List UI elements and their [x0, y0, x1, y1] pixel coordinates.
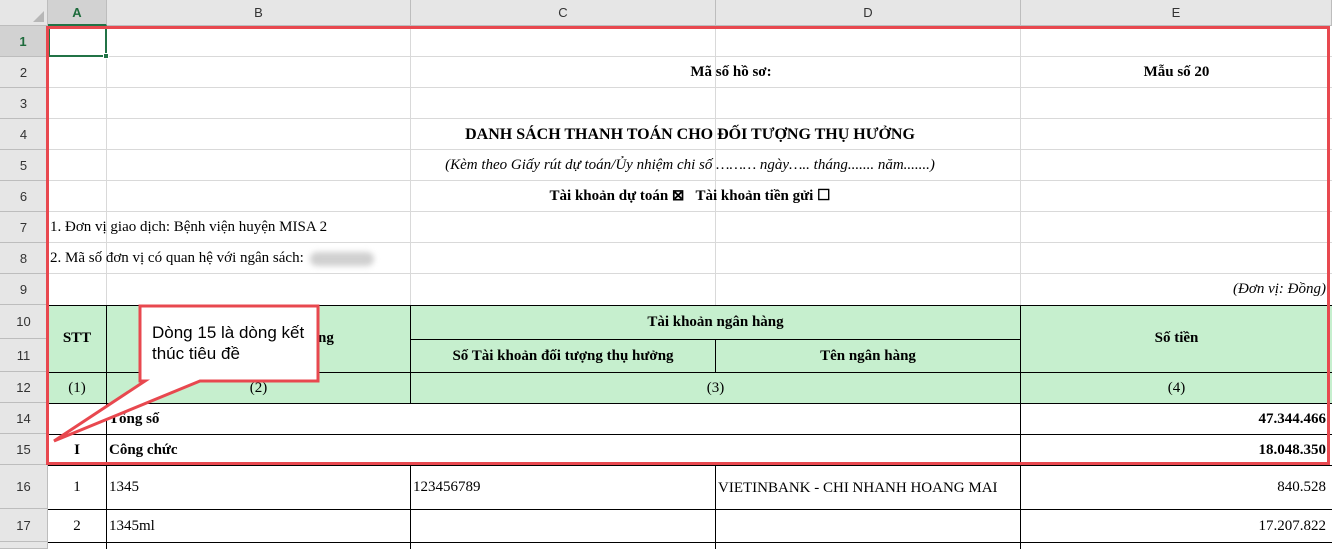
- callout-text: Dòng 15 là dòng kết thúc tiêu đề: [152, 323, 305, 363]
- callout-bubble: [53, 304, 320, 443]
